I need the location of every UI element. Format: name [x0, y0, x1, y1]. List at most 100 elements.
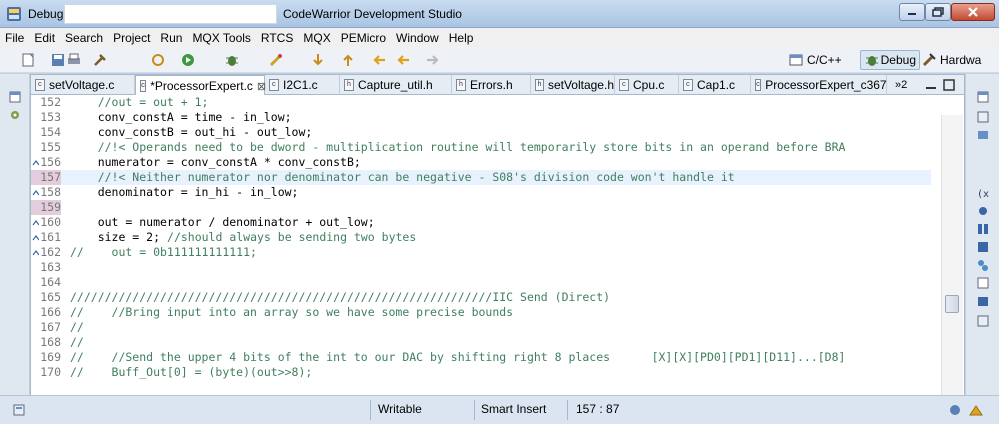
back-icon[interactable] — [372, 52, 388, 68]
signals-view-icon[interactable] — [976, 258, 990, 272]
save-icon[interactable] — [50, 52, 66, 68]
tab-i2c1-c[interactable]: c I2C1.c — [265, 75, 340, 95]
writable-status: Writable — [378, 402, 422, 416]
code-line[interactable]: 158 denominator = in_hi - in_low; — [31, 185, 931, 200]
tab-capture-util-h[interactable]: h Capture_util.h — [340, 75, 452, 95]
debug-icon[interactable] — [224, 52, 240, 68]
restore-view-icon[interactable] — [976, 90, 990, 104]
line-number: 164 — [40, 275, 61, 289]
heap-status-icon[interactable] — [948, 403, 962, 417]
code-line[interactable]: 168 // — [31, 335, 931, 350]
code-line[interactable]: 155 //!< Operands need to be dword - mul… — [31, 140, 931, 155]
tab-label: Errors.h — [470, 78, 513, 92]
breakpoints-view-icon[interactable] — [976, 204, 990, 218]
line-number: 158 — [40, 185, 61, 199]
menu-run[interactable]: Run — [155, 31, 187, 45]
code-line[interactable]: 156 numerator = conv_constA * conv_const… — [31, 155, 931, 170]
tab-setvoltage-h[interactable]: h setVoltage.h — [531, 75, 615, 95]
variables-view-icon[interactable]: (x) — [976, 186, 990, 200]
line-number: 157 — [31, 170, 61, 185]
maximize-editor-icon[interactable] — [942, 78, 956, 92]
new-icon[interactable] — [20, 52, 36, 68]
status-separator — [567, 400, 568, 420]
line-number: 165 — [40, 290, 61, 304]
menu-project[interactable]: Project — [108, 31, 155, 45]
memory-view-icon[interactable] — [976, 222, 990, 236]
menu-pemicro[interactable]: PEMicro — [336, 31, 391, 45]
update-icon[interactable] — [968, 403, 984, 417]
tab-processorexpert-c367[interactable]: c ProcessorExpert_c367 — [751, 75, 887, 95]
code-text: //!< Neither numerator nor denominator c… — [70, 170, 735, 184]
code-area[interactable]: 152 //out = out + 1; 153 conv_constA = ti… — [31, 95, 964, 395]
console-view-icon[interactable] — [976, 294, 990, 308]
perspective-hardware[interactable]: Hardwa — [921, 50, 981, 70]
fast-view-icon[interactable] — [12, 403, 26, 417]
next-annotation-icon[interactable] — [310, 52, 326, 68]
code-line[interactable]: 163 — [31, 260, 931, 275]
line-number: 162 — [40, 245, 61, 259]
editor-tab-bar: c setVoltage.c c *ProcessorExpert.c ⊠ c … — [31, 75, 964, 96]
previous-annotation-icon[interactable] — [340, 52, 356, 68]
code-line[interactable]: 164 — [31, 275, 931, 290]
tab-cap1-c[interactable]: c Cap1.c — [679, 75, 751, 95]
code-line[interactable]: 169 // //Send the upper 4 bits of the int… — [31, 350, 931, 365]
menu-search[interactable]: Search — [60, 31, 108, 45]
code-line[interactable]: 165 /////////////////////////////////////… — [31, 290, 931, 305]
right-trim-bar: (x) — [965, 74, 999, 395]
line-number: 159 — [31, 200, 61, 215]
registers-view-icon[interactable] — [976, 128, 990, 142]
close-button[interactable] — [951, 3, 995, 21]
line-number: 156 — [40, 155, 61, 169]
tab-setvoltage-c[interactable]: c setVoltage.c — [31, 75, 135, 95]
tab-cpu-c[interactable]: c Cpu.c — [615, 75, 679, 95]
external-tools-icon[interactable] — [268, 52, 284, 68]
menu-mqx-tools[interactable]: MQX Tools — [187, 31, 255, 45]
perspective-debug[interactable]: Debug — [860, 50, 920, 70]
forward-icon[interactable] — [424, 52, 440, 68]
build-icon[interactable] — [92, 52, 108, 68]
code-line[interactable]: 159 — [31, 200, 931, 215]
menu-help[interactable]: Help — [444, 31, 479, 45]
code-line[interactable]: 170 // Buff_Out[0] = (byte)(out>>8); — [31, 365, 931, 380]
modules-view-icon[interactable] — [976, 240, 990, 254]
outline-view-icon[interactable] — [976, 110, 990, 124]
c-file-icon: c — [269, 79, 279, 91]
refresh-icon[interactable] — [150, 52, 166, 68]
menu-file[interactable]: File — [0, 31, 29, 45]
minimize-button[interactable] — [899, 3, 925, 21]
restore-view-icon[interactable] — [8, 90, 22, 104]
code-line[interactable]: 160 out = numerator / denominator + out_… — [31, 215, 931, 230]
vertical-scrollbar[interactable] — [941, 115, 963, 395]
disassembly-view-icon[interactable] — [976, 276, 990, 290]
gear-icon[interactable] — [8, 108, 22, 122]
code-line[interactable]: 167 // — [31, 320, 931, 335]
code-line[interactable]: 153 conv_constA = time - in_low; — [31, 110, 931, 125]
tab-processorexpert-c[interactable]: c *ProcessorExpert.c ⊠ — [135, 75, 266, 96]
print-icon[interactable] — [66, 52, 82, 68]
code-text: out = numerator / denominator + out_low; — [70, 215, 375, 229]
menu-edit[interactable]: Edit — [29, 31, 60, 45]
code-line[interactable]: 157 //!< Neither numerator nor denominat… — [31, 170, 931, 185]
menu-mqx[interactable]: MQX — [298, 31, 335, 45]
minimize-editor-icon[interactable] — [924, 78, 938, 92]
code-line[interactable]: 162 // out = 0b111111111111; — [31, 245, 931, 260]
line-number: 161 — [40, 230, 61, 244]
perspective-cpp[interactable]: C/C++ — [788, 50, 842, 70]
menu-window[interactable]: Window — [391, 31, 444, 45]
tab-label: Capture_util.h — [358, 78, 433, 92]
code-line[interactable]: 161 size = 2; //should always be sending… — [31, 230, 931, 245]
cpp-perspective-icon — [789, 54, 803, 66]
tab-errors-h[interactable]: h Errors.h — [452, 75, 531, 95]
history-back-icon[interactable] — [396, 52, 412, 68]
code-line[interactable]: 152 //out = out + 1; — [31, 95, 931, 110]
tasks-view-icon[interactable] — [976, 314, 990, 328]
menu-rtcs[interactable]: RTCS — [256, 31, 298, 45]
code-line[interactable]: 166 // //Bring input into an array so we … — [31, 305, 931, 320]
tab-label: Cap1.c — [697, 78, 736, 92]
maximize-button[interactable] — [925, 3, 951, 21]
code-line[interactable]: 154 conv_constB = out_hi - out_low; — [31, 125, 931, 140]
scrollbar-thumb[interactable] — [945, 295, 959, 313]
code-text: //out = out + 1; — [70, 95, 209, 109]
run-icon[interactable] — [180, 52, 196, 68]
line-number: 155 — [40, 140, 61, 154]
